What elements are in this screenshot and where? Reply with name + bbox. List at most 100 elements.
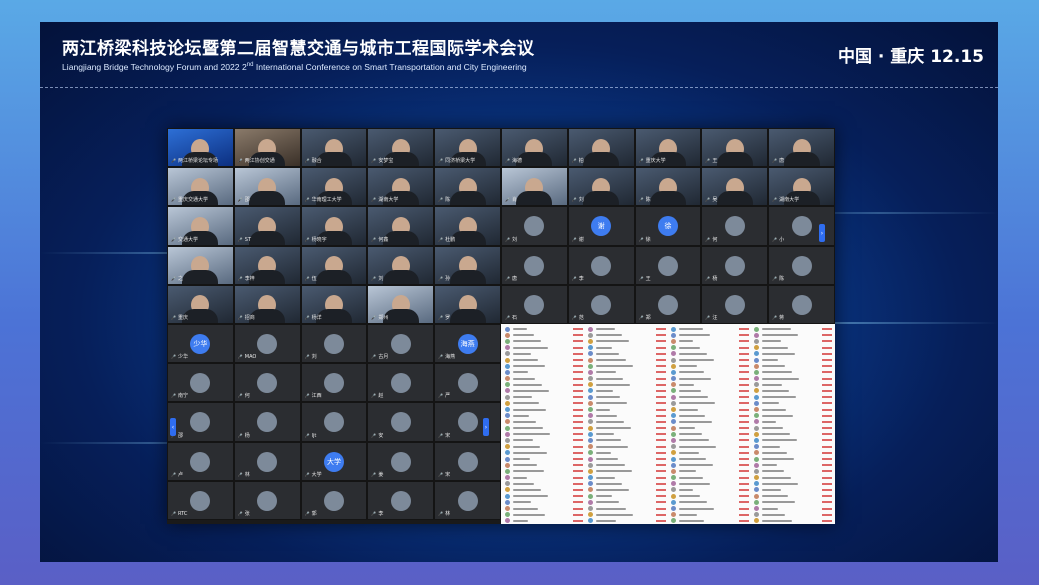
participant-tile[interactable]: 重庆交通大学 bbox=[167, 167, 234, 207]
participant-tile[interactable]: 宋 bbox=[434, 441, 501, 481]
participant-tile[interactable]: 唐 bbox=[501, 245, 568, 285]
participant-tile[interactable]: 南宁 bbox=[167, 363, 234, 403]
participant-tile[interactable]: 汪 bbox=[701, 284, 769, 324]
list-item[interactable] bbox=[752, 518, 834, 524]
participant-tile[interactable]: 蒋 bbox=[768, 284, 835, 324]
participant-tile[interactable]: 同济桥梁大学 bbox=[434, 128, 501, 168]
participant-tile[interactable]: 何 bbox=[233, 363, 301, 403]
participant-tile[interactable]: 杨 bbox=[233, 402, 301, 442]
participant-tile[interactable]: 两江桥梁论坛专场 bbox=[167, 128, 234, 168]
participant-tile[interactable]: 湖南大学 bbox=[768, 167, 835, 207]
participant-tile[interactable]: 陈 bbox=[434, 167, 501, 207]
avatar-icon bbox=[754, 512, 759, 518]
participant-tile[interactable]: 姜 bbox=[367, 441, 435, 481]
list-item[interactable] bbox=[669, 518, 751, 524]
participant-tile[interactable]: 刘 bbox=[300, 324, 368, 364]
participant-tile[interactable]: 伍 bbox=[300, 245, 368, 285]
participant-tile[interactable]: 杨 bbox=[701, 245, 769, 285]
participant-tile[interactable]: 杨晓宇 bbox=[300, 206, 368, 246]
list-item[interactable] bbox=[503, 518, 585, 524]
participant-tile[interactable]: 王 bbox=[634, 245, 702, 285]
participant-tile[interactable]: 江西 bbox=[300, 363, 368, 403]
participant-tile[interactable]: 两江协创交通 bbox=[233, 128, 301, 168]
participant-tile[interactable]: 杨洋 bbox=[300, 284, 368, 324]
participant-name: 孙 bbox=[438, 275, 498, 282]
mic-muted-icon bbox=[822, 427, 832, 430]
participant-tile[interactable]: 吴 bbox=[701, 167, 769, 207]
name-placeholder bbox=[596, 414, 617, 417]
mic-muted-icon bbox=[822, 371, 832, 374]
participant-tile[interactable]: 唐 bbox=[768, 128, 835, 168]
participant-tile[interactable]: 陈 bbox=[634, 167, 702, 207]
participant-tile[interactable]: 华南理工大学 bbox=[300, 167, 368, 207]
participant-tile[interactable]: 肖 bbox=[501, 167, 568, 207]
page-next-button[interactable]: › bbox=[819, 224, 825, 242]
mic-muted-icon bbox=[822, 377, 832, 380]
participant-tile[interactable]: 海燕海燕 bbox=[434, 324, 501, 364]
participant-tile[interactable]: 安 bbox=[367, 402, 435, 442]
name-placeholder bbox=[596, 433, 614, 436]
avatar-icon bbox=[505, 462, 510, 468]
participant-tile[interactable]: 卢 bbox=[167, 441, 234, 481]
participant-tile[interactable]: 郑 bbox=[634, 284, 702, 324]
participant-tile[interactable]: 之 bbox=[167, 245, 234, 285]
participant-tile[interactable]: 范 bbox=[567, 284, 635, 324]
participant-name: 刘 bbox=[505, 236, 565, 243]
participant-tile[interactable]: 林 bbox=[434, 480, 501, 520]
participant-tile[interactable]: 大学大学 bbox=[300, 441, 368, 481]
page-prev-button[interactable]: ‹ bbox=[170, 418, 176, 436]
name-placeholder bbox=[513, 340, 541, 343]
participant-tile[interactable]: 张 bbox=[233, 480, 301, 520]
participant-tile[interactable]: 严 bbox=[434, 363, 501, 403]
participant-tile[interactable]: MAO bbox=[233, 324, 301, 364]
list-item[interactable] bbox=[586, 518, 668, 524]
participant-tile[interactable]: 李 bbox=[367, 480, 435, 520]
participant-tile[interactable]: ST bbox=[233, 206, 301, 246]
participant-tile[interactable]: 谢谢 bbox=[567, 206, 635, 246]
participant-tile[interactable]: 柏 bbox=[567, 128, 635, 168]
participant-tile[interactable]: 孙 bbox=[434, 245, 501, 285]
page-next-button[interactable]: › bbox=[483, 418, 489, 436]
participant-tile[interactable]: 融合 bbox=[300, 128, 368, 168]
participant-tile[interactable]: 李 bbox=[567, 245, 635, 285]
participant-tile[interactable]: 安梦宝 bbox=[367, 128, 435, 168]
participant-tile[interactable]: 湖南大学 bbox=[367, 167, 435, 207]
participant-tile[interactable]: 重庆大学 bbox=[634, 128, 702, 168]
participant-tile[interactable]: 陈 bbox=[768, 245, 835, 285]
participant-tile[interactable]: 郑州 bbox=[367, 284, 435, 324]
participant-tile[interactable]: 少华少华 bbox=[167, 324, 234, 364]
participant-tile[interactable]: 招商 bbox=[233, 284, 301, 324]
participant-tile[interactable]: 王 bbox=[701, 128, 769, 168]
participant-tile[interactable]: 刘 bbox=[501, 206, 568, 246]
participant-tile[interactable]: 刘 bbox=[367, 245, 435, 285]
name-placeholder bbox=[762, 458, 794, 461]
participant-name: 唐 bbox=[505, 275, 565, 282]
participant-tile[interactable]: 海德 bbox=[501, 128, 568, 168]
participant-tile[interactable]: 刘 bbox=[567, 167, 635, 207]
participant-tile[interactable]: 邵 bbox=[167, 402, 234, 442]
name-placeholder bbox=[679, 433, 702, 436]
participant-tile[interactable]: 交通大学 bbox=[167, 206, 234, 246]
participant-tile[interactable]: RTC bbox=[167, 480, 234, 520]
mic-muted-icon bbox=[656, 482, 666, 485]
avatar-icon bbox=[505, 376, 510, 382]
participant-tile[interactable]: ljt bbox=[300, 402, 368, 442]
participant-tile[interactable]: 何 bbox=[701, 206, 769, 246]
participant-tile[interactable]: 邵 bbox=[233, 167, 301, 207]
mic-muted-icon bbox=[573, 507, 583, 510]
participant-tile[interactable]: 赵 bbox=[367, 363, 435, 403]
participant-tile[interactable]: 林 bbox=[233, 441, 301, 481]
participant-tile[interactable]: 徐徐 bbox=[634, 206, 702, 246]
participant-tile[interactable]: 郭 bbox=[300, 480, 368, 520]
participant-tile[interactable]: 宋 bbox=[434, 402, 501, 442]
participant-tile[interactable]: 石 bbox=[501, 284, 568, 324]
participant-tile[interactable]: 古月 bbox=[367, 324, 435, 364]
participant-tile[interactable]: 杜鹏 bbox=[434, 206, 501, 246]
participant-tile[interactable]: 何鑫 bbox=[367, 206, 435, 246]
participant-tile[interactable]: 重庆 bbox=[167, 284, 234, 324]
name-placeholder bbox=[762, 445, 780, 448]
participant-tile[interactable]: 罗 bbox=[434, 284, 501, 324]
participant-tile[interactable]: 李梓 bbox=[233, 245, 301, 285]
name-placeholder bbox=[596, 340, 629, 343]
mic-muted-icon bbox=[656, 402, 666, 405]
